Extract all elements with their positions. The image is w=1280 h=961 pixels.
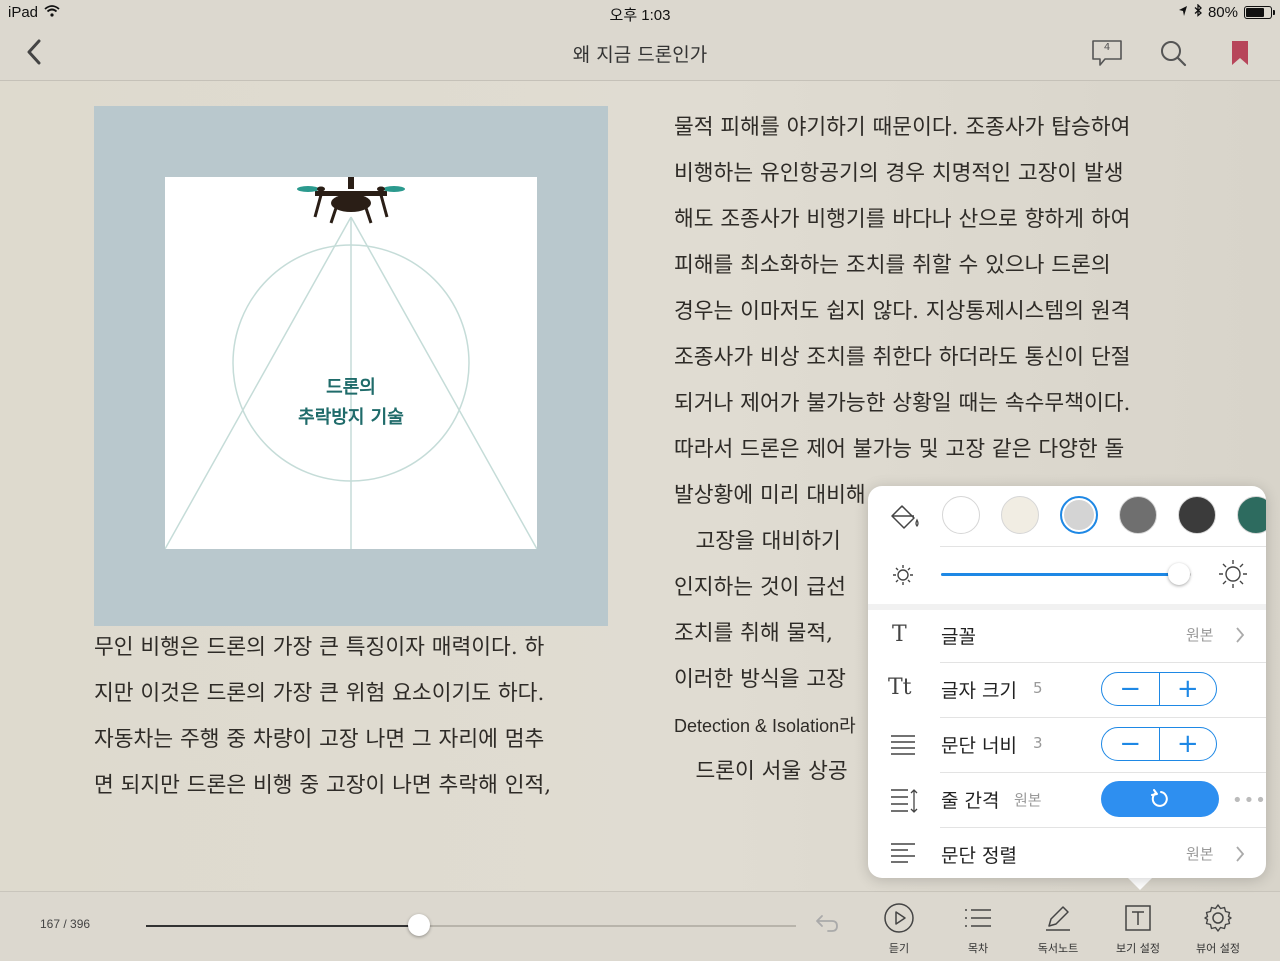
text-line: 조종사가 비상 조치를 취한다 하더라도 통신이 단절	[674, 345, 1131, 370]
drone-icon	[297, 177, 405, 224]
text-line: 면 되지만 드론은 비행 중 고장이 나면 추락해 인적,	[94, 773, 552, 798]
text-line: 해도 조종사가 비행기를 바다나 산으로 향하게 하여	[674, 207, 1131, 232]
figure-image: 드론의 추락방지 기술	[94, 106, 608, 626]
brightness-slider[interactable]	[941, 573, 1191, 576]
listen-label: 듣기	[888, 942, 910, 955]
paragraph-width-stepper: − +	[1101, 727, 1217, 761]
alignment-row[interactable]: 문단 정렬 원본	[868, 829, 1266, 878]
bottom-toolbar: 167 / 396 듣기 목차 독서노트 보기 설정 뷰어 설정	[0, 891, 1280, 961]
line-spacing-value: 원본	[1014, 791, 1042, 809]
font-size-decrease-button[interactable]: −	[1102, 673, 1160, 705]
popover-arrow	[1126, 876, 1154, 890]
alignment-label: 문단 정렬	[941, 845, 1017, 867]
text-line: 무인 비행은 드론의 가장 큰 특징이자 매력이다. 하	[94, 635, 545, 660]
bookmark-icon	[1232, 41, 1248, 65]
font-icon: T	[892, 622, 907, 647]
view-settings-button[interactable]: 보기 설정	[1103, 902, 1173, 956]
status-bar: iPad 오후 1:03 80%	[0, 0, 1280, 26]
pencil-icon	[1046, 906, 1070, 931]
progress-slider[interactable]	[146, 925, 796, 927]
font-size-label: 글자 크기	[941, 680, 1017, 702]
font-size-icon: Tt	[888, 675, 912, 700]
battery-icon	[1244, 6, 1275, 19]
line-spacing-row: 줄 간격 원본 •••	[868, 774, 1266, 828]
text-line: 되거나 제어가 불가능한 상황일 때는 속수무책이다.	[674, 391, 1131, 416]
brightness-low-icon	[890, 562, 916, 592]
return-arrow-icon	[816, 915, 838, 932]
alignment-value: 원본	[1186, 845, 1214, 863]
paragraph-width-decrease-button[interactable]: −	[1102, 728, 1160, 760]
font-value: 원본	[1186, 626, 1214, 644]
view-settings-popover: T 글꼴 원본 Tt 글자 크기 5 − + 문단 너비 3 − + 줄 간격 …	[868, 486, 1266, 878]
text-line: 피해를 최소화하는 조치를 취할 수 있으나 드론의	[674, 253, 1111, 278]
theme-swatch[interactable]	[942, 496, 980, 534]
text-line: 지만 이것은 드론의 가장 큰 위험 요소이기도 하다.	[94, 681, 545, 706]
text-line: 따라서 드론은 제어 불가능 및 고장 같은 다양한 돌	[674, 437, 1125, 462]
bookmark-button[interactable]	[1226, 36, 1254, 70]
theme-swatch[interactable]	[1001, 496, 1039, 534]
text-line: 자동차는 주행 중 차량이 고장 나면 그 자리에 멈추	[94, 727, 545, 752]
paragraph-width-label: 문단 너비	[941, 735, 1017, 757]
text-line: 물적 피해를 야기하기 때문이다. 조종사가 탑승하여	[674, 115, 1131, 140]
chevron-right-icon	[1236, 846, 1245, 862]
battery-percent: 80%	[1207, 4, 1238, 21]
reset-icon	[1151, 789, 1168, 807]
font-size-stepper: − +	[1101, 672, 1217, 706]
nav-bar: 왜 지금 드론인가 4	[0, 26, 1280, 81]
text-box-icon	[1125, 905, 1151, 931]
font-label: 글꼴	[941, 626, 976, 648]
paragraph-width-row: 문단 너비 3 − +	[868, 719, 1266, 773]
viewer-settings-button[interactable]: 뷰어 설정	[1183, 902, 1253, 956]
paragraph-width-icon	[891, 735, 915, 755]
search-icon	[1161, 41, 1187, 67]
reading-notes-button[interactable]: 독서노트	[1023, 902, 1093, 956]
paragraph-width-increase-button[interactable]: +	[1160, 728, 1217, 760]
page-title: 왜 지금 드론인가	[572, 44, 708, 66]
font-size-row: Tt 글자 크기 5 − +	[868, 664, 1266, 718]
play-icon	[884, 903, 914, 933]
font-size-increase-button[interactable]: +	[1160, 673, 1217, 705]
left-text-column: 무인 비행은 드론의 가장 큰 특징이자 매력이다. 하 지만 이것은 드론의 …	[94, 625, 608, 809]
search-button[interactable]	[1156, 36, 1190, 70]
location-icon	[1178, 4, 1188, 21]
chevron-right-icon	[1236, 627, 1245, 643]
page-indicator: 167 / 396	[40, 917, 91, 931]
text-line: 경우는 이마저도 쉽지 않다. 지상통제시스템의 원격	[674, 299, 1131, 324]
notes-button[interactable]: 4	[1090, 36, 1124, 70]
undo-jump-button[interactable]	[814, 912, 840, 938]
progress-thumb[interactable]	[408, 914, 430, 936]
gear-icon	[1204, 904, 1232, 932]
progress-fill	[146, 925, 419, 927]
theme-swatch[interactable]	[1237, 496, 1266, 534]
brightness-thumb[interactable]	[1167, 563, 1190, 585]
line-spacing-label: 줄 간격	[941, 790, 1000, 812]
listen-button[interactable]: 듣기	[864, 902, 934, 956]
toc-label: 목차	[967, 942, 989, 955]
brightness-high-icon	[1218, 559, 1248, 593]
theme-swatch[interactable]	[1119, 496, 1157, 534]
font-row[interactable]: T 글꼴 원본	[868, 610, 1266, 664]
line-spacing-icon	[891, 789, 918, 813]
status-time: 오후 1:03	[609, 7, 671, 24]
more-icon[interactable]: •••	[1232, 790, 1266, 811]
reading-notes-label: 독서노트	[1037, 942, 1079, 955]
font-size-value: 5	[1033, 679, 1043, 697]
viewer-settings-label: 뷰어 설정	[1196, 942, 1240, 955]
align-left-icon	[891, 843, 915, 863]
figure-panel: 드론의 추락방지 기술	[165, 177, 537, 549]
line-spacing-reset-button[interactable]	[1101, 781, 1219, 817]
figure-caption-line1: 드론의	[326, 377, 376, 398]
theme-swatch[interactable]	[1178, 496, 1216, 534]
theme-swatch[interactable]	[1060, 496, 1098, 534]
figure-caption-line2: 추락방지 기술	[298, 407, 404, 428]
text-line: 비행하는 유인항공기의 경우 치명적인 고장이 발생	[674, 161, 1124, 186]
paint-bucket-icon	[888, 502, 922, 536]
drone-diagram	[165, 177, 537, 549]
list-icon	[965, 909, 991, 927]
bluetooth-icon	[1194, 3, 1202, 21]
view-settings-label: 보기 설정	[1116, 942, 1160, 955]
notes-count: 4	[1103, 42, 1111, 53]
paragraph-width-value: 3	[1033, 734, 1043, 752]
toc-button[interactable]: 목차	[943, 902, 1013, 956]
